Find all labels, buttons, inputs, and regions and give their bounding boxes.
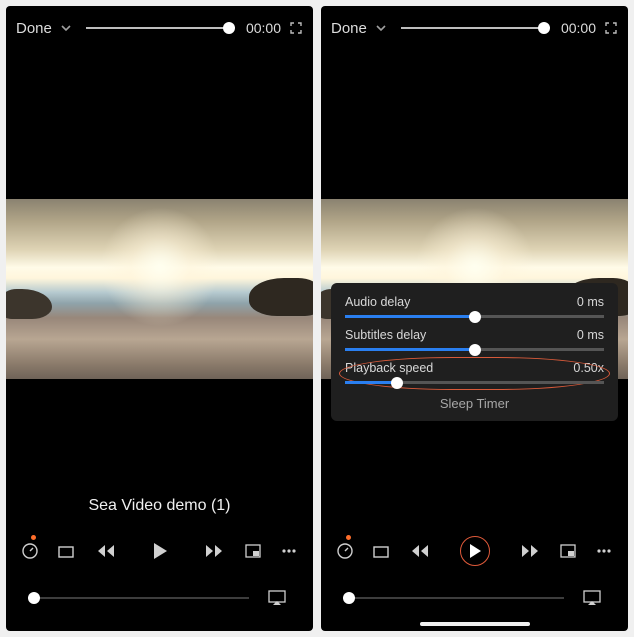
- aspect-icon[interactable]: [367, 537, 395, 565]
- playback-speed-row: Playback speed 0.50x: [345, 361, 604, 384]
- subtitles-delay-row: Subtitles delay 0 ms: [345, 328, 604, 351]
- playback-speed-label: Playback speed: [345, 361, 433, 375]
- subtitles-delay-label: Subtitles delay: [345, 328, 426, 342]
- time-remaining: 00:00: [558, 20, 596, 36]
- play-icon[interactable]: [146, 537, 174, 565]
- seek-slider[interactable]: [401, 27, 544, 29]
- top-bar: Done 00:00: [321, 6, 628, 50]
- fullscreen-icon[interactable]: [604, 21, 618, 35]
- audio-delay-label: Audio delay: [345, 295, 410, 309]
- control-bar: [6, 527, 313, 575]
- player-screen-left: Done 00:00 Sea Video demo (1): [6, 6, 313, 631]
- audio-delay-value: 0 ms: [577, 295, 604, 309]
- volume-slider[interactable]: [343, 597, 564, 599]
- done-button[interactable]: Done: [331, 20, 367, 37]
- skip-back-icon[interactable]: [92, 537, 120, 565]
- video-viewport[interactable]: Audio delay 0 ms Subtitles delay 0 ms: [321, 50, 628, 527]
- speed-icon[interactable]: [331, 537, 359, 565]
- subtitles-delay-value: 0 ms: [577, 328, 604, 342]
- skip-forward-icon[interactable]: [516, 537, 544, 565]
- chevron-down-icon[interactable]: [60, 22, 72, 34]
- player-screen-right: Done 00:00 Audio delay 0 ms: [321, 6, 628, 631]
- subtitles-delay-slider[interactable]: [345, 348, 604, 351]
- pip-icon[interactable]: [239, 537, 267, 565]
- video-title: Sea Video demo (1): [6, 497, 313, 527]
- more-icon[interactable]: [590, 537, 618, 565]
- done-button[interactable]: Done: [16, 20, 52, 37]
- skip-forward-icon[interactable]: [200, 537, 228, 565]
- more-icon[interactable]: [275, 537, 303, 565]
- skip-back-icon[interactable]: [406, 537, 434, 565]
- speed-icon[interactable]: [16, 537, 44, 565]
- playback-panel: Audio delay 0 ms Subtitles delay 0 ms: [331, 283, 618, 421]
- audio-delay-row: Audio delay 0 ms: [345, 295, 604, 318]
- chevron-down-icon[interactable]: [375, 22, 387, 34]
- volume-slider[interactable]: [28, 597, 249, 599]
- sleep-timer-button[interactable]: Sleep Timer: [345, 394, 604, 411]
- video-viewport[interactable]: Sea Video demo (1): [6, 50, 313, 527]
- time-remaining: 00:00: [243, 20, 281, 36]
- pip-icon[interactable]: [554, 537, 582, 565]
- play-icon[interactable]: [460, 536, 490, 566]
- top-bar: Done 00:00: [6, 6, 313, 50]
- fullscreen-icon[interactable]: [289, 21, 303, 35]
- airplay-icon[interactable]: [263, 584, 291, 612]
- control-bar: [321, 527, 628, 575]
- playback-speed-value: 0.50x: [573, 361, 604, 375]
- home-indicator: [420, 622, 530, 626]
- playback-speed-slider[interactable]: [345, 381, 604, 384]
- airplay-icon[interactable]: [578, 584, 606, 612]
- volume-row: [6, 575, 313, 631]
- audio-delay-slider[interactable]: [345, 315, 604, 318]
- aspect-icon[interactable]: [52, 537, 80, 565]
- seek-slider[interactable]: [86, 27, 229, 29]
- video-frame: [6, 199, 313, 379]
